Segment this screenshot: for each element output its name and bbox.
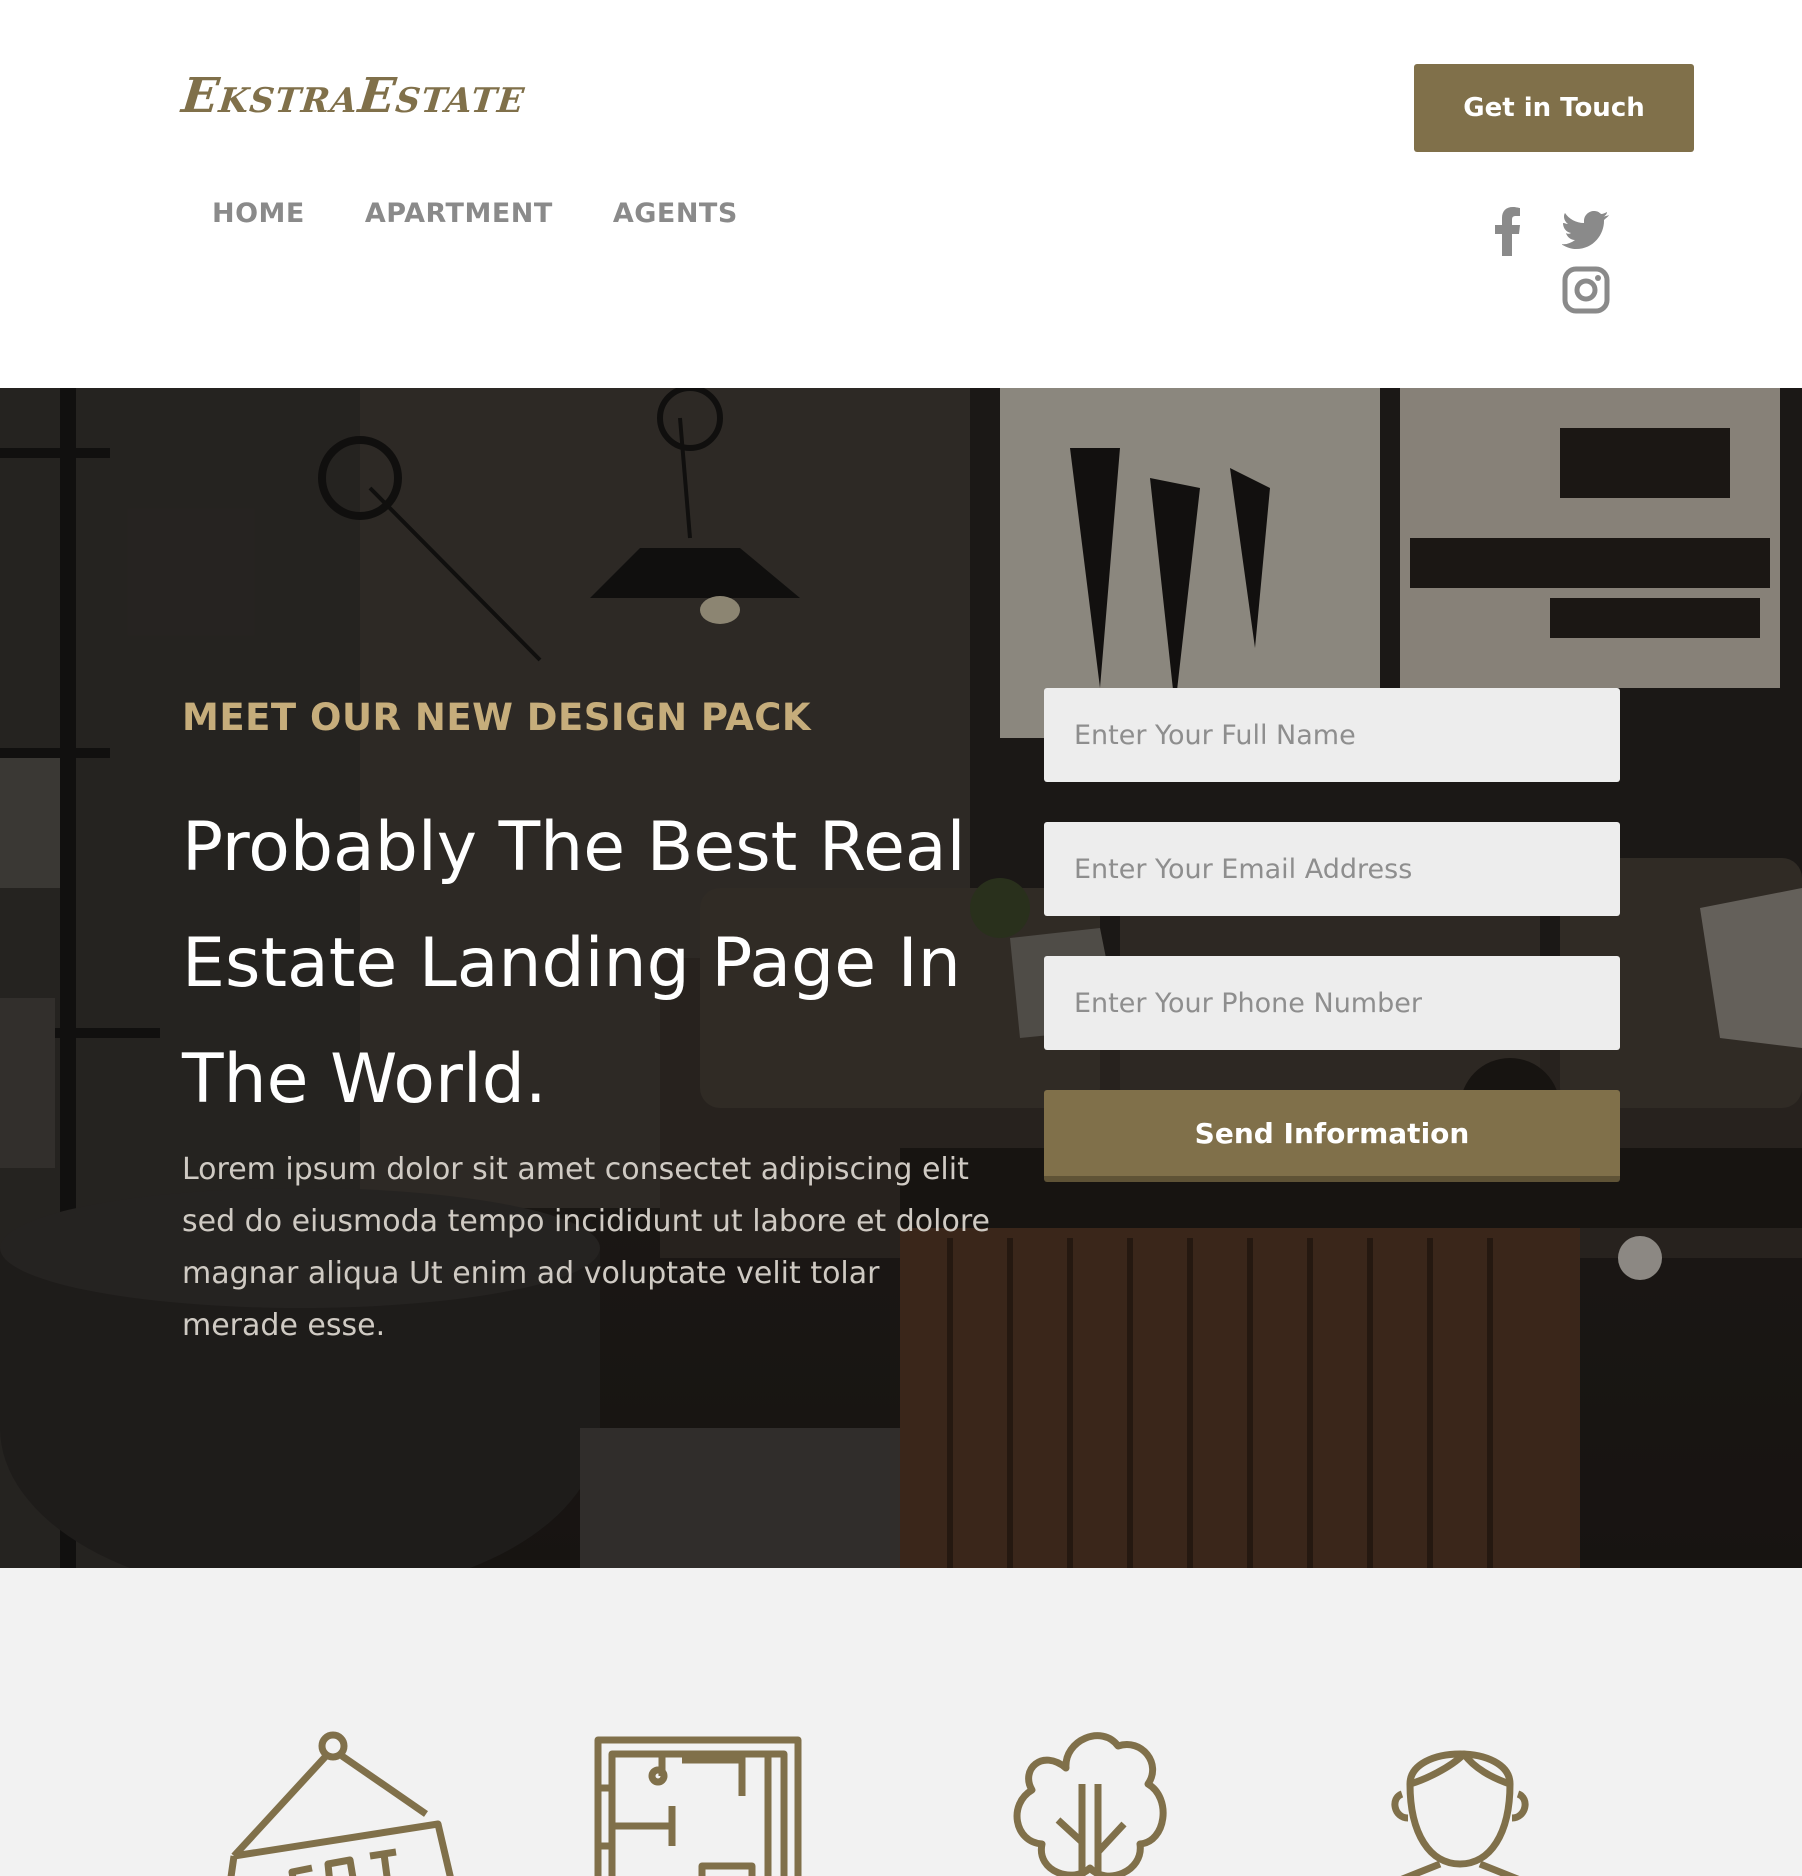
floor-plan-icon: [594, 1736, 802, 1876]
get-in-touch-button[interactable]: Get in Touch: [1414, 64, 1694, 152]
email-input[interactable]: [1044, 822, 1620, 916]
send-information-button[interactable]: Send Information: [1044, 1090, 1620, 1182]
site-logo[interactable]: EkstraEstate: [179, 68, 528, 124]
rent-sign-icon: [227, 1731, 454, 1876]
instagram-icon[interactable]: [1562, 266, 1610, 314]
contact-form: Send Information: [1044, 688, 1620, 1182]
tree-icon: [1013, 1732, 1167, 1876]
agent-icon: [1391, 1750, 1529, 1876]
features-section: [0, 1568, 1802, 1876]
hero-body-text: Lorem ipsum dolor sit amet consectet adi…: [182, 1152, 990, 1343]
nav-item-agents[interactable]: AGENTS: [613, 198, 738, 229]
full-name-input[interactable]: [1044, 688, 1620, 782]
facebook-icon[interactable]: [1490, 206, 1524, 256]
nav-item-apartment[interactable]: APARTMENT: [365, 198, 553, 229]
site-header: EkstraEstate Get in Touch HOME APARTMENT…: [0, 0, 1802, 388]
hero-eyebrow: MEET OUR NEW DESIGN PACK: [182, 696, 812, 739]
hero-headline: Probably The Best Real Estate Landing Pa…: [182, 808, 966, 1119]
nav-item-home[interactable]: HOME: [212, 198, 305, 229]
phone-input[interactable]: [1044, 956, 1620, 1050]
hero-section: MEET OUR NEW DESIGN PACK Probably The Be…: [0, 388, 1802, 1568]
twitter-icon[interactable]: [1562, 210, 1610, 250]
main-nav: HOME APARTMENT AGENTS: [212, 198, 738, 229]
